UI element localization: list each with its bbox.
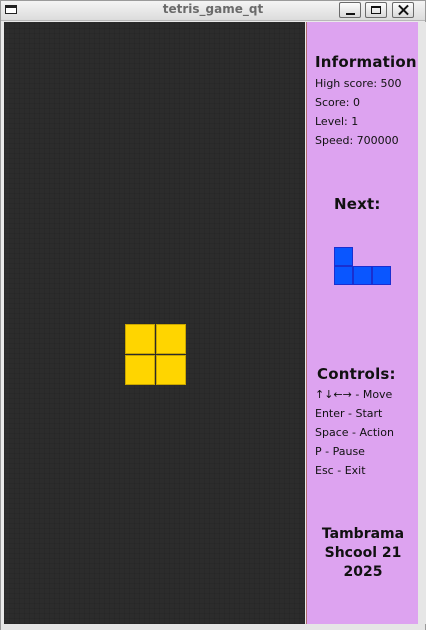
window-title: tetris_game_qt (162, 2, 264, 16)
next-piece-block (353, 266, 372, 285)
high-score-text: High score: 500 (315, 77, 402, 90)
credit-line-3: 2025 (343, 564, 383, 580)
current-piece-o (125, 324, 186, 385)
next-piece-block (334, 247, 353, 266)
control-exit-text: Esc - Exit (315, 464, 366, 477)
control-pause-text: P - Pause (315, 445, 365, 458)
piece-block (125, 324, 155, 354)
controls-heading: Controls: (317, 365, 396, 383)
information-heading: Information: (315, 53, 423, 71)
control-action-text: Space - Action (315, 426, 394, 439)
piece-block (156, 324, 186, 354)
piece-block (156, 355, 186, 385)
control-start-text: Enter - Start (315, 407, 383, 420)
window-right-border (418, 22, 426, 624)
next-heading: Next: (334, 195, 381, 213)
piece-block (125, 355, 155, 385)
game-board[interactable] (4, 22, 305, 624)
control-move-text: ↑↓←→ - Move (315, 388, 393, 401)
level-text: Level: 1 (315, 115, 359, 128)
close-button[interactable] (392, 2, 414, 18)
next-piece-preview (334, 247, 392, 287)
credit-line-1: Tambrama (321, 526, 405, 542)
minimize-button[interactable] (339, 2, 361, 18)
score-text: Score: 0 (315, 96, 361, 109)
app-window: tetris_game_qt Information: High score: … (0, 0, 426, 630)
maximize-button[interactable] (365, 2, 387, 18)
credit-line-2: Shcool 21 (324, 545, 402, 561)
speed-text: Speed: 700000 (315, 134, 399, 147)
next-piece-block (372, 266, 391, 285)
window-bottom-border (1, 624, 425, 630)
title-bar[interactable]: tetris_game_qt (1, 1, 425, 21)
next-piece-block (334, 266, 353, 285)
info-panel: Information: High score: 500 Score: 0 Le… (306, 22, 423, 624)
